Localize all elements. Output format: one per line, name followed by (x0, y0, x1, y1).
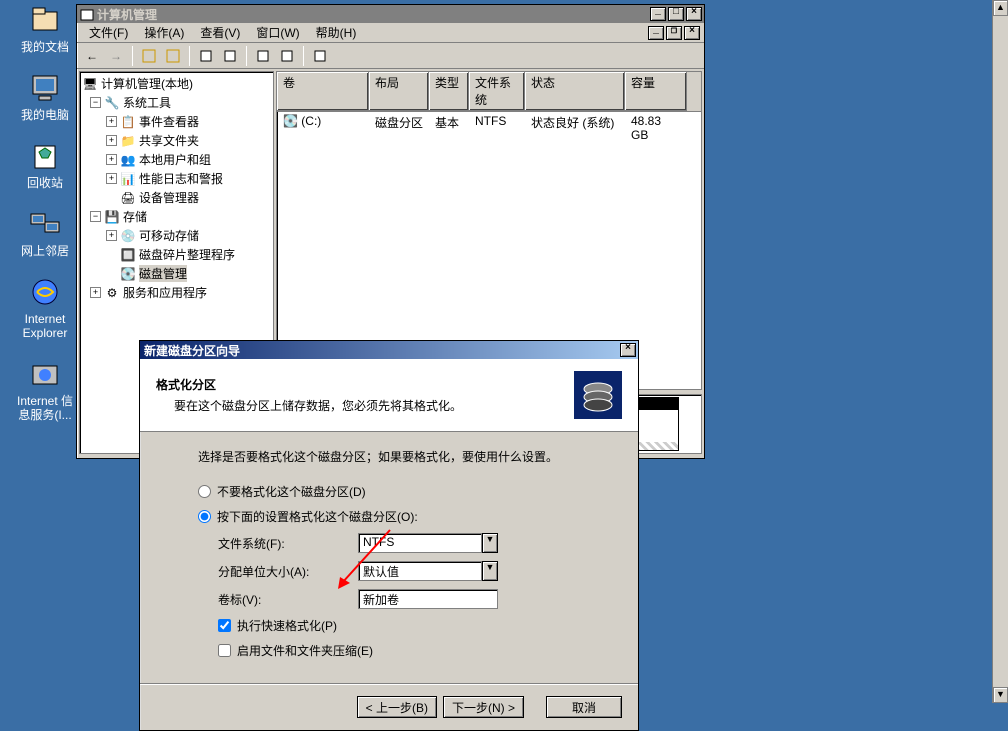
desktop-icon-documents[interactable]: 我的文档 (10, 4, 80, 54)
dropdown-icon[interactable]: ▼ (482, 533, 498, 553)
tree-shared[interactable]: +📁共享文件夹 (82, 131, 271, 150)
window-title: 计算机管理 (95, 6, 648, 23)
minimize-button[interactable]: _ (650, 7, 666, 21)
wizard-header: 格式化分区 要在这个磁盘分区上储存数据，您必须先将其格式化。 (140, 359, 638, 432)
back-button[interactable]: ← (81, 45, 103, 67)
btn7[interactable] (309, 45, 331, 67)
disk-wizard-icon (574, 371, 622, 419)
icon-label: 网上邻居 (10, 244, 80, 258)
wizard-subheading: 要在这个磁盘分区上储存数据，您必须先将其格式化。 (156, 397, 574, 414)
scroll-down-button[interactable]: ▼ (993, 687, 1008, 703)
icon-label: 我的文档 (10, 40, 80, 54)
tree-defrag[interactable]: 🔲磁盘碎片整理程序 (82, 245, 271, 264)
wizard-buttons: < 上一步(B) 下一步(N) > 取消 (140, 683, 638, 730)
app-icon (79, 6, 95, 22)
menu-help[interactable]: 帮助(H) (308, 22, 365, 43)
menu-file[interactable]: 文件(F) (81, 22, 136, 43)
fs-label: 文件系统(F): (218, 535, 358, 552)
volume-row[interactable]: 💽 (C:) 磁盘分区 基本 NTFS 状态良好 (系统) 48.83 GB (277, 112, 701, 144)
network-icon (29, 208, 61, 240)
col-type[interactable]: 类型 (429, 72, 469, 111)
fs-select[interactable]: NTFS ▼ (358, 533, 498, 553)
tree-devmgr[interactable]: 🖨设备管理器 (82, 188, 271, 207)
compress-row[interactable]: 启用文件和文件夹压缩(E) (218, 638, 598, 663)
computer-icon (29, 72, 61, 104)
maximize-button[interactable]: □ (668, 7, 684, 21)
inner-minimize[interactable]: _ (648, 26, 664, 40)
menu-action[interactable]: 操作(A) (136, 22, 192, 43)
wizard-body: 选择是否要格式化这个磁盘分区；如果要格式化，要使用什么设置。 不要格式化这个磁盘… (140, 432, 638, 683)
desktop-icon-iis[interactable]: Internet 信息服务(I... (10, 358, 80, 422)
close-button[interactable]: × (686, 7, 702, 21)
menu-view[interactable]: 查看(V) (192, 22, 248, 43)
radio-format[interactable] (198, 510, 211, 523)
desktop-icon-ie[interactable]: InternetExplorer (10, 276, 80, 340)
wizard-titlebar[interactable]: 新建磁盘分区向导 × (140, 341, 638, 359)
menubar: 文件(F) 操作(A) 查看(V) 窗口(W) 帮助(H) _ ❐ × (77, 23, 704, 43)
quick-format-row[interactable]: 执行快速格式化(P) (218, 613, 598, 638)
vol-label: 卷标(V): (218, 591, 358, 608)
ie-icon (29, 276, 61, 308)
col-fs[interactable]: 文件系统 (469, 72, 525, 111)
forward-button[interactable]: → (105, 45, 127, 67)
desktop-icon-network[interactable]: 网上邻居 (10, 208, 80, 258)
tree-perf[interactable]: +📊性能日志和警报 (82, 169, 271, 188)
icon-label: InternetExplorer (10, 312, 80, 340)
next-button[interactable]: 下一步(N) > (443, 696, 524, 718)
tree-users[interactable]: +👥本地用户和组 (82, 150, 271, 169)
inner-close[interactable]: × (684, 26, 700, 40)
icon-label: Internet 信息服务(I... (10, 394, 80, 422)
up-button[interactable] (138, 45, 160, 67)
alloc-label: 分配单位大小(A): (218, 563, 358, 580)
icon-label: 我的电脑 (10, 108, 80, 122)
radio-noformat[interactable] (198, 485, 211, 498)
cancel-button[interactable]: 取消 (546, 696, 622, 718)
titlebar[interactable]: 计算机管理 _ □ × (77, 5, 704, 23)
menu-window[interactable]: 窗口(W) (248, 22, 307, 43)
iis-icon (29, 358, 61, 390)
dropdown-icon[interactable]: ▼ (482, 561, 498, 581)
inner-restore[interactable]: ❐ (666, 26, 682, 40)
col-volume[interactable]: 卷 (277, 72, 369, 111)
checkbox-quickformat[interactable] (218, 619, 231, 632)
btn6[interactable] (276, 45, 298, 67)
tree-storage[interactable]: −💾存储 (82, 207, 271, 226)
alloc-select[interactable]: 默认值 ▼ (358, 561, 498, 581)
tree-root[interactable]: 🖥计算机管理(本地) (82, 74, 271, 93)
wizard-title: 新建磁盘分区向导 (142, 342, 618, 359)
volume-label-input[interactable] (358, 589, 498, 609)
col-layout[interactable]: 布局 (369, 72, 429, 111)
btn5[interactable] (252, 45, 274, 67)
toolbar: ← → (77, 43, 704, 69)
folder-icon (29, 4, 61, 36)
col-status[interactable]: 状态 (525, 72, 625, 111)
tree-systools[interactable]: −🔧系统工具 (82, 93, 271, 112)
scroll-up-button[interactable]: ▲ (993, 0, 1008, 16)
desktop-icon-recycle[interactable]: 回收站 (10, 140, 80, 190)
page-scrollbar[interactable]: ▲ ▼ (992, 0, 1008, 703)
wizard-dialog: 新建磁盘分区向导 × 格式化分区 要在这个磁盘分区上储存数据，您必须先将其格式化… (139, 340, 639, 731)
wizard-close-button[interactable]: × (620, 343, 636, 357)
tree-diskmgmt[interactable]: 💽磁盘管理 (82, 264, 271, 283)
radio-format-row[interactable]: 按下面的设置格式化这个磁盘分区(O): (198, 504, 598, 529)
desktop-icon-computer[interactable]: 我的电脑 (10, 72, 80, 122)
tree-removable[interactable]: +💿可移动存储 (82, 226, 271, 245)
radio-noformat-row[interactable]: 不要格式化这个磁盘分区(D) (198, 479, 598, 504)
recycle-icon (29, 140, 61, 172)
tree-services[interactable]: +⚙服务和应用程序 (82, 283, 271, 302)
col-cap[interactable]: 容量 (625, 72, 687, 111)
props-button[interactable] (162, 45, 184, 67)
wizard-heading: 格式化分区 (156, 376, 574, 393)
back-button[interactable]: < 上一步(B) (357, 696, 437, 718)
tree-event[interactable]: +📋事件查看器 (82, 112, 271, 131)
wizard-prompt: 选择是否要格式化这个磁盘分区；如果要格式化，要使用什么设置。 (198, 448, 598, 465)
btn3[interactable] (195, 45, 217, 67)
checkbox-compress[interactable] (218, 644, 231, 657)
icon-label: 回收站 (10, 176, 80, 190)
btn4[interactable] (219, 45, 241, 67)
